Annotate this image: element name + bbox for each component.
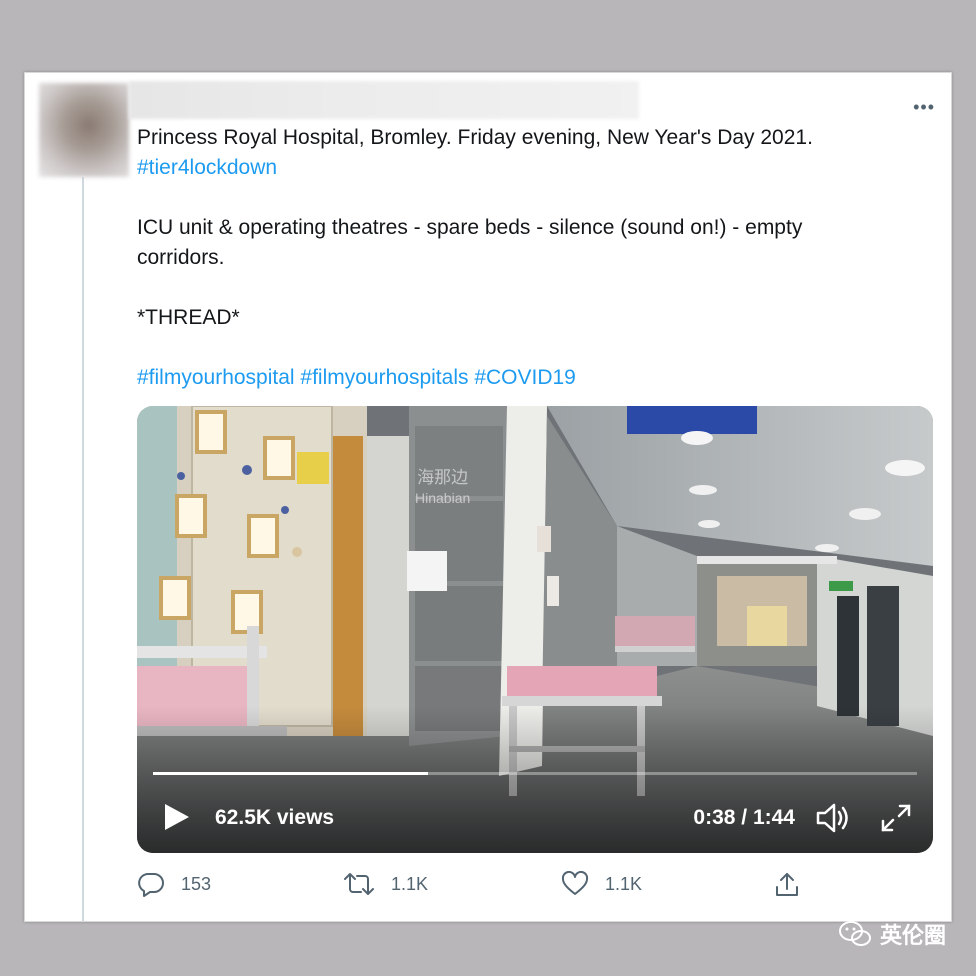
more-dots-icon[interactable]: •••: [913, 97, 935, 118]
retweet-button[interactable]: 1.1K: [343, 871, 428, 897]
reply-button[interactable]: 153: [137, 871, 211, 897]
share-button[interactable]: [773, 871, 817, 899]
play-button[interactable]: [163, 802, 191, 832]
heart-icon: [561, 871, 589, 895]
share-icon: [776, 873, 798, 896]
view-count: 62.5K views: [215, 806, 335, 829]
like-button[interactable]: 1.1K: [561, 871, 642, 897]
avatar[interactable]: [39, 83, 129, 177]
video-controls: 62.5K views 0:38 / 1:44: [137, 786, 933, 846]
video-time: 0:38 / 1:44: [693, 806, 795, 829]
retweet-count: 1.1K: [391, 873, 429, 894]
play-icon: [165, 804, 189, 830]
tweet-actions: 153 1.1K 1.1K: [137, 871, 837, 901]
like-count: 1.1K: [605, 873, 643, 894]
watermark-en: Hinabian: [415, 490, 471, 506]
video-progress-bar[interactable]: [153, 772, 917, 775]
tweet-card: ••• Princess Royal Hospital, Bromley. Fr…: [24, 72, 952, 922]
video-progress-fill: [153, 772, 429, 775]
retweet-icon: [344, 873, 374, 895]
hashtags-line[interactable]: #filmyourhospital #filmyourhospitals #CO…: [137, 363, 927, 393]
hashtag-tier4lockdown[interactable]: #tier4lockdown: [137, 153, 927, 183]
reply-count: 153: [181, 873, 212, 894]
volume-button[interactable]: [815, 802, 853, 834]
video-player[interactable]: 海那边 Hinabian 62.5K views 0:38 / 1:44: [137, 406, 933, 853]
wechat-icon: [838, 921, 871, 946]
reply-icon: [138, 873, 164, 897]
tweet-line-1: Princess Royal Hospital, Bromley. Friday…: [137, 126, 813, 149]
thread-line: [82, 177, 84, 921]
tweet-line-2a: ICU unit & operating theatres - spare be…: [137, 216, 803, 239]
brand-label: 英伦圈: [879, 923, 946, 948]
watermark-cn: 海那边: [417, 468, 469, 487]
tweet-text: Princess Royal Hospital, Bromley. Friday…: [137, 123, 927, 393]
blurred-user-name: [129, 81, 639, 119]
tweet-line-thread: *THREAD*: [137, 306, 240, 329]
brand-watermark: 英伦圈: [838, 918, 946, 950]
watermark: 海那边 Hinabian: [415, 468, 470, 508]
fullscreen-icon: [881, 804, 911, 832]
tweet-line-2b: corridors.: [137, 246, 225, 269]
fullscreen-button[interactable]: [879, 802, 913, 834]
volume-icon: [816, 803, 848, 833]
